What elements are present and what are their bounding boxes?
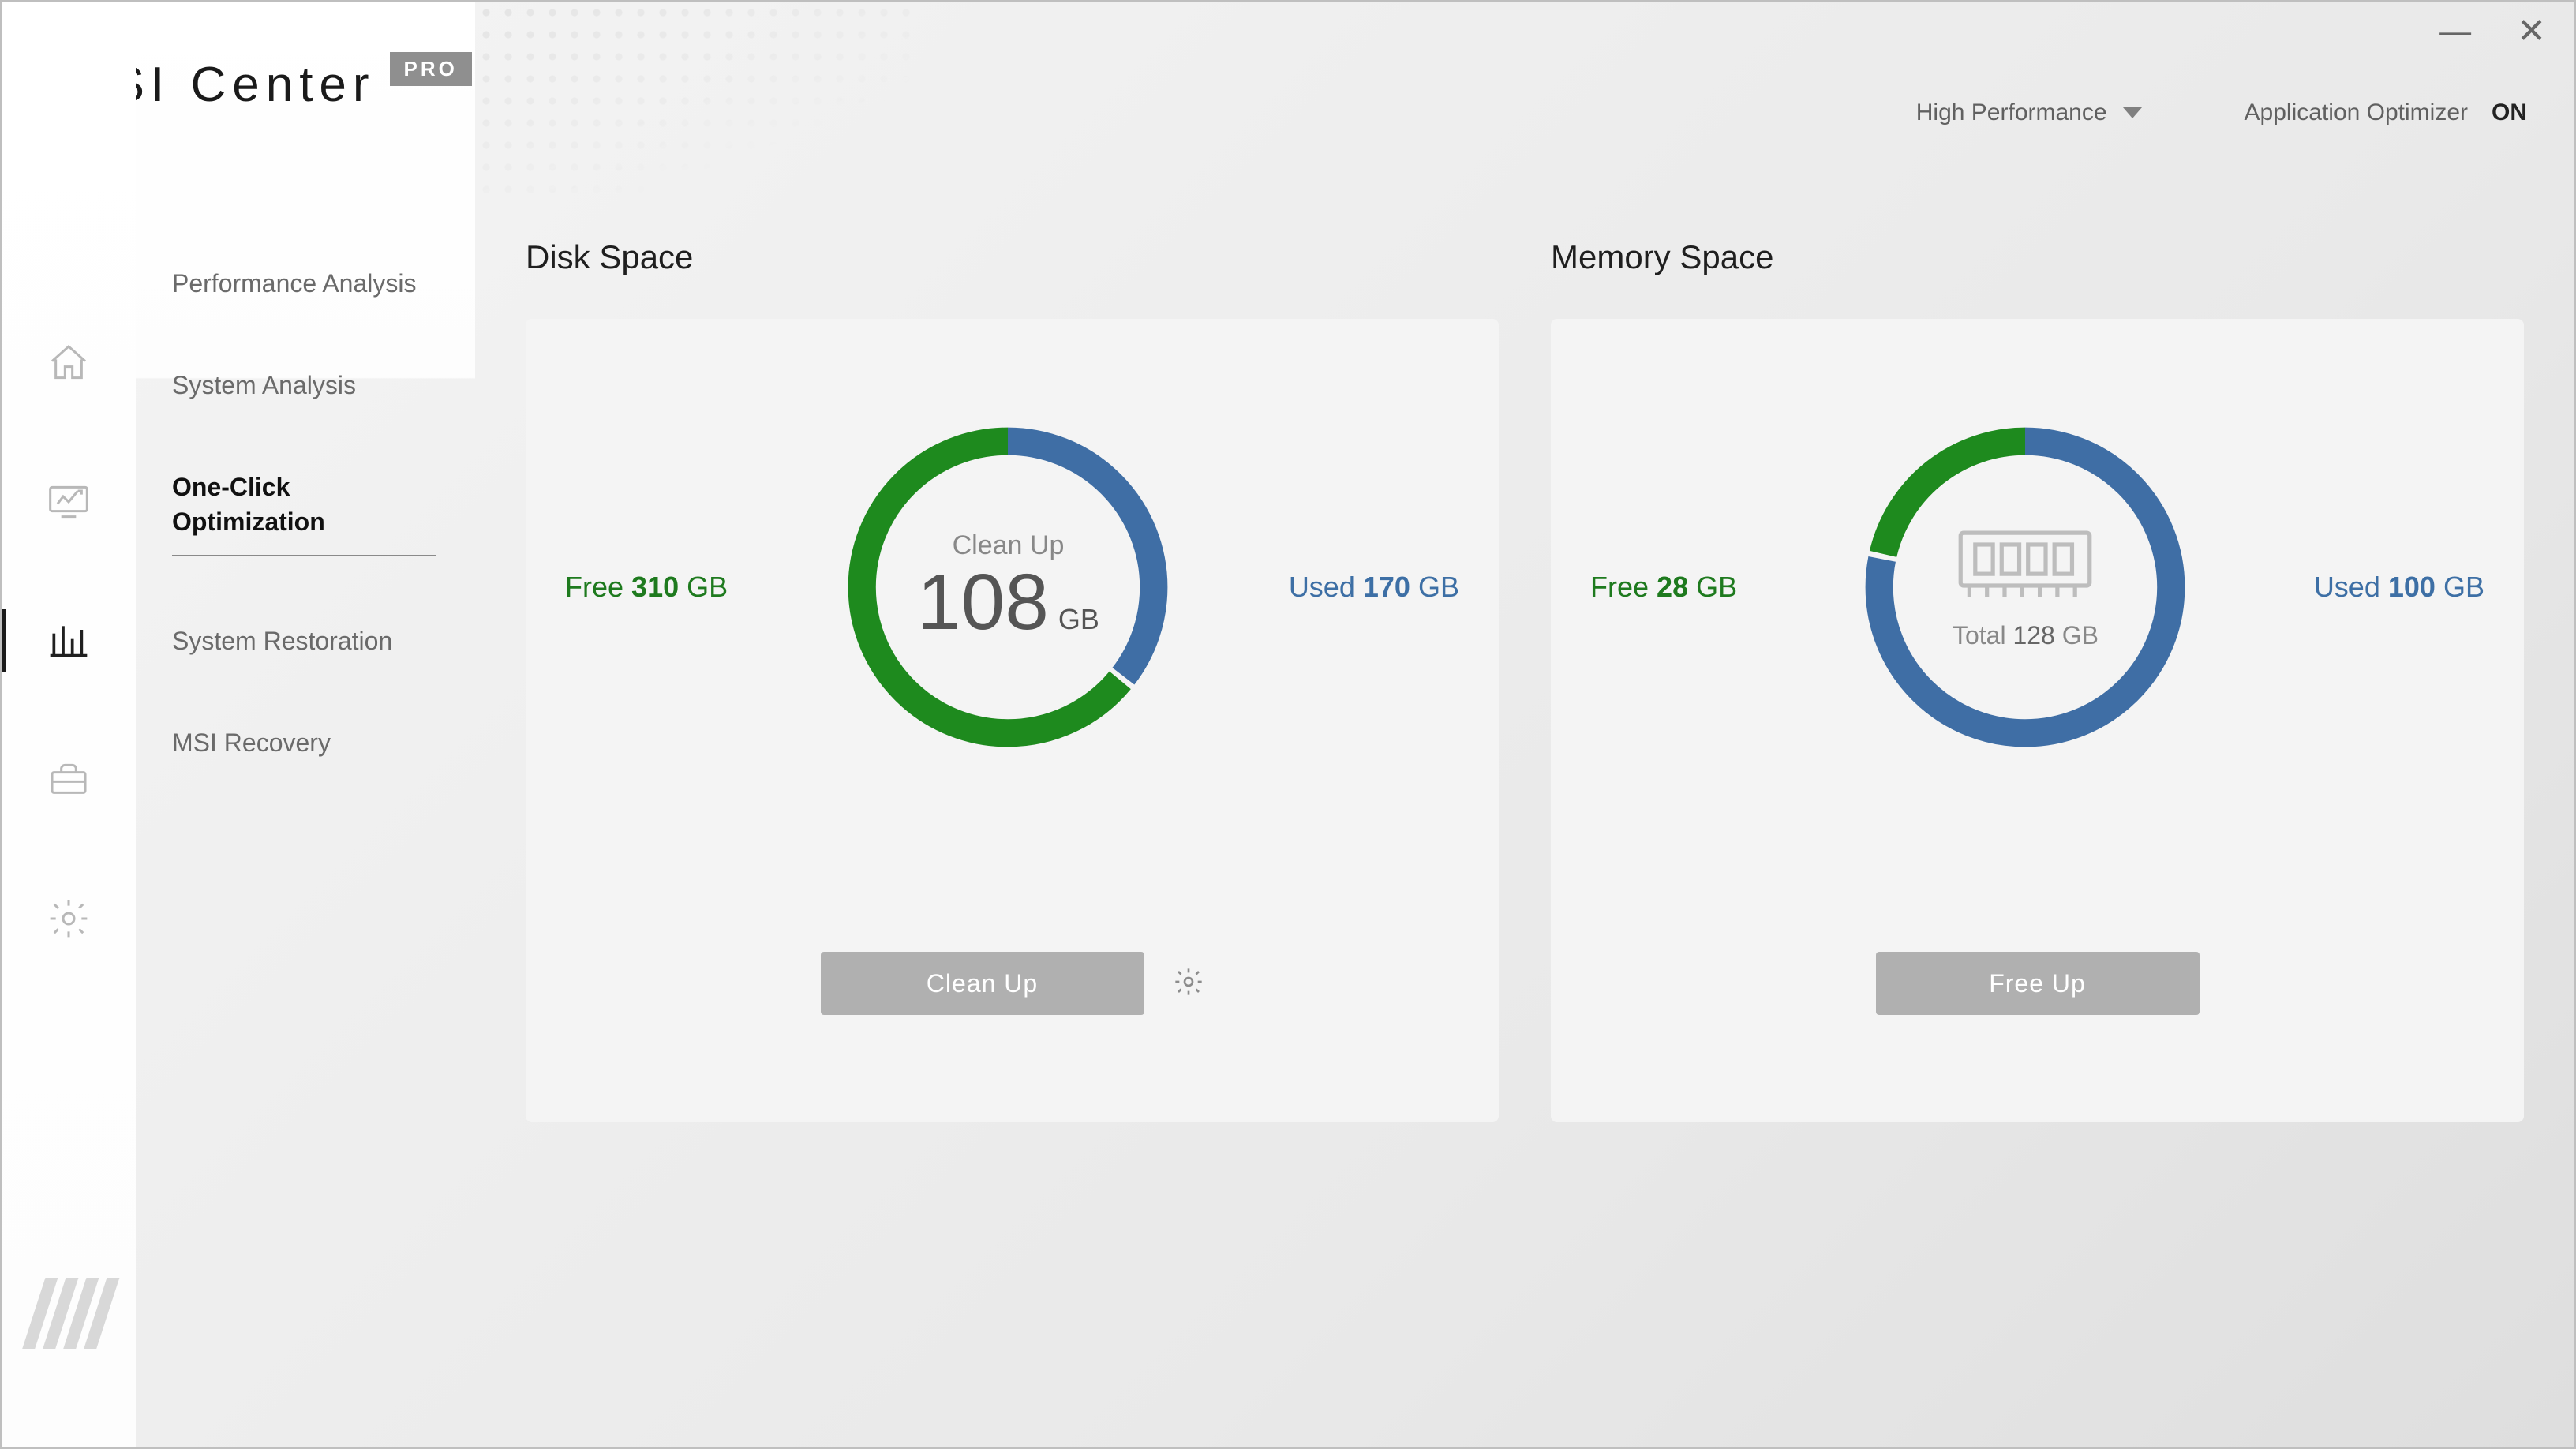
sidebar-item-system-analysis[interactable]: System Analysis <box>172 369 436 402</box>
toolbox-icon[interactable] <box>47 758 91 802</box>
dotted-decoration <box>475 2 917 207</box>
disk-space-title: Disk Space <box>526 238 1499 276</box>
memory-space-title: Memory Space <box>1551 238 2524 276</box>
disk-donut-chart: Clean Up 108GB <box>834 414 1181 761</box>
bar-chart-icon[interactable] <box>47 619 91 663</box>
disk-used-stat: Used 170 GB <box>1289 571 1459 604</box>
free-up-button[interactable]: Free Up <box>1876 952 2200 1015</box>
memory-used-stat: Used 100 GB <box>2314 571 2484 604</box>
sidebar-item-system-restoration[interactable]: System Restoration <box>172 624 436 658</box>
home-icon[interactable] <box>47 341 91 385</box>
icon-rail <box>2 2 136 1447</box>
memory-space-section: Memory Space Free 28 GB <box>1551 238 2524 1122</box>
disk-free-stat: Free 310 GB <box>565 571 728 604</box>
sidebar-nav: Performance Analysis System Analysis One… <box>136 2 475 1447</box>
msi-brand-mark <box>21 1278 128 1353</box>
clean-up-button[interactable]: Clean Up <box>821 952 1144 1015</box>
sidebar-item-msi-recovery[interactable]: MSI Recovery <box>172 726 436 760</box>
sidebar-item-one-click-optimization[interactable]: One-Click Optimization <box>172 470 436 556</box>
main-content: Disk Space Free 310 GB <box>475 2 2574 1447</box>
memory-space-card: Free 28 GB <box>1551 319 2524 1122</box>
disk-space-section: Disk Space Free 310 GB <box>526 238 1499 1122</box>
monitor-graph-icon[interactable] <box>47 480 91 524</box>
pro-badge: PRO <box>390 52 472 86</box>
memory-free-stat: Free 28 GB <box>1590 571 1737 604</box>
disk-center-label: Clean Up <box>917 530 1099 561</box>
gear-icon[interactable] <box>47 897 91 941</box>
disk-space-card: Free 310 GB Clean Up <box>526 319 1499 1122</box>
memory-donut-chart: Total 128 GB <box>1852 414 2199 761</box>
sidebar-item-performance-analysis[interactable]: Performance Analysis <box>172 267 436 301</box>
memory-total-label: Total 128 GB <box>1953 621 2099 650</box>
clean-up-settings-icon[interactable] <box>1173 966 1204 1002</box>
ram-icon <box>1953 524 2099 610</box>
app-window: — ✕ MSI Center PRO High Performance Appl… <box>0 0 2576 1449</box>
disk-center-value: 108GB <box>917 561 1099 644</box>
